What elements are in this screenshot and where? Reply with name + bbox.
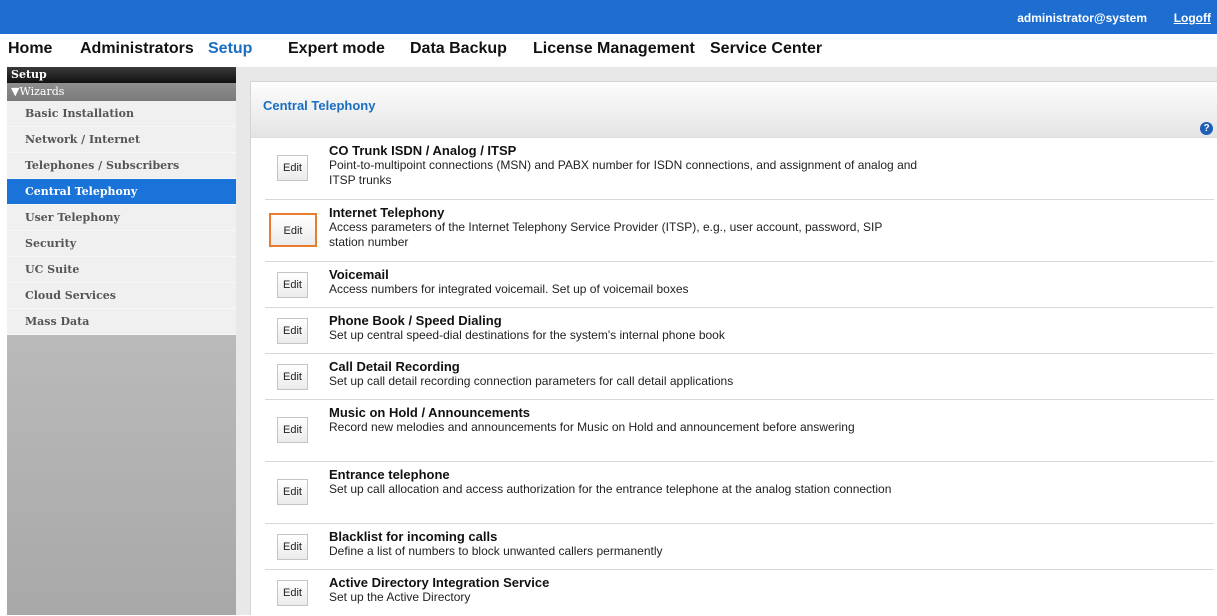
sidebar-group-label: Wizards [19,85,65,98]
item-description: Set up the Active Directory [329,590,471,604]
sidebar-item-network-internet[interactable]: Network / Internet [7,127,236,153]
item-title: Voicemail [329,267,389,282]
content-area: Central Telephony ? Edit CO Trunk ISDN /… [236,67,1217,615]
logoff-link[interactable]: Logoff [1174,11,1211,25]
sidebar-item-user-telephony[interactable]: User Telephony [7,205,236,231]
item-title: CO Trunk ISDN / Analog / ITSP [329,143,517,158]
edit-button-music-on-hold[interactable]: Edit [277,417,308,443]
list-item-music-on-hold: Edit Music on Hold / Announcements Recor… [265,400,1214,462]
list-item-active-directory: Edit Active Directory Integration Servic… [265,570,1214,616]
main-navigation: Home Administrators Setup Expert mode Da… [0,34,1217,64]
sidebar-item-uc-suite[interactable]: UC Suite [7,257,236,283]
item-description: Point-to-multipoint connections (MSN) an… [329,158,918,187]
item-title: Phone Book / Speed Dialing [329,313,502,328]
sidebar-item-security[interactable]: Security [7,231,236,257]
nav-service-center[interactable]: Service Center [710,40,822,58]
sidebar-item-basic-installation[interactable]: Basic Installation [7,101,236,127]
item-description: Set up call allocation and access author… [329,482,892,496]
nav-license-management[interactable]: License Management [533,40,695,58]
item-title: Entrance telephone [329,467,450,482]
edit-button-blacklist[interactable]: Edit [277,534,308,560]
list-item-internet-telephony: Edit Internet Telephony Access parameter… [265,200,1214,262]
sidebar-menu: Basic Installation Network / Internet Te… [7,101,236,335]
edit-button-internet-telephony[interactable]: Edit [269,213,317,247]
item-title: Call Detail Recording [329,359,460,374]
top-bar: administrator@system Logoff [0,0,1217,34]
list-item-voicemail: Edit Voicemail Access numbers for integr… [265,262,1214,308]
edit-button-co-trunk[interactable]: Edit [277,155,308,181]
sidebar-group-wizards[interactable]: ▼Wizards [7,83,236,101]
sidebar-item-mass-data[interactable]: Mass Data [7,309,236,335]
nav-data-backup[interactable]: Data Backup [410,40,507,58]
sidebar-item-telephones-subscribers[interactable]: Telephones / Subscribers [7,153,236,179]
edit-button-voicemail[interactable]: Edit [277,272,308,298]
item-title: Active Directory Integration Service [329,575,550,590]
edit-button-active-directory[interactable]: Edit [277,580,308,606]
list-item-phone-book: Edit Phone Book / Speed Dialing Set up c… [265,308,1214,354]
item-description: Define a list of numbers to block unwant… [329,544,663,558]
item-description: Set up central speed-dial destinations f… [329,328,725,342]
list-item-co-trunk: Edit CO Trunk ISDN / Analog / ITSP Point… [265,138,1214,200]
item-title: Internet Telephony [329,205,445,220]
list-item-blacklist: Edit Blacklist for incoming calls Define… [265,524,1214,570]
item-title: Music on Hold / Announcements [329,405,531,420]
sidebar-item-central-telephony[interactable]: Central Telephony [7,179,236,205]
item-description: Access numbers for integrated voicemail.… [329,282,689,296]
edit-button-phone-book[interactable]: Edit [277,318,308,344]
nav-administrators[interactable]: Administrators [80,40,194,58]
item-description: Access parameters of the Internet Teleph… [329,220,883,249]
edit-button-call-detail-recording[interactable]: Edit [277,364,308,390]
nav-expert-mode[interactable]: Expert mode [288,40,385,58]
panel-title: Central Telephony [263,98,376,113]
list-item-call-detail-recording: Edit Call Detail Recording Set up call d… [265,354,1214,400]
nav-home[interactable]: Home [8,40,52,58]
panel-header: Central Telephony ? [251,82,1217,138]
item-title: Blacklist for incoming calls [329,529,498,544]
sidebar: Setup ▼Wizards Basic Installation Networ… [7,67,236,615]
list-item-entrance-telephone: Edit Entrance telephone Set up call allo… [265,462,1214,524]
current-user: administrator@system [1017,11,1147,25]
item-description: Set up call detail recording connection … [329,374,734,388]
nav-setup[interactable]: Setup [208,40,252,58]
sidebar-item-cloud-services[interactable]: Cloud Services [7,283,236,309]
help-icon[interactable]: ? [1200,122,1213,135]
item-description: Record new melodies and announcements fo… [329,420,855,434]
central-telephony-panel: Central Telephony ? Edit CO Trunk ISDN /… [250,81,1217,615]
sidebar-title: Setup [7,67,236,83]
edit-button-entrance-telephone[interactable]: Edit [277,479,308,505]
